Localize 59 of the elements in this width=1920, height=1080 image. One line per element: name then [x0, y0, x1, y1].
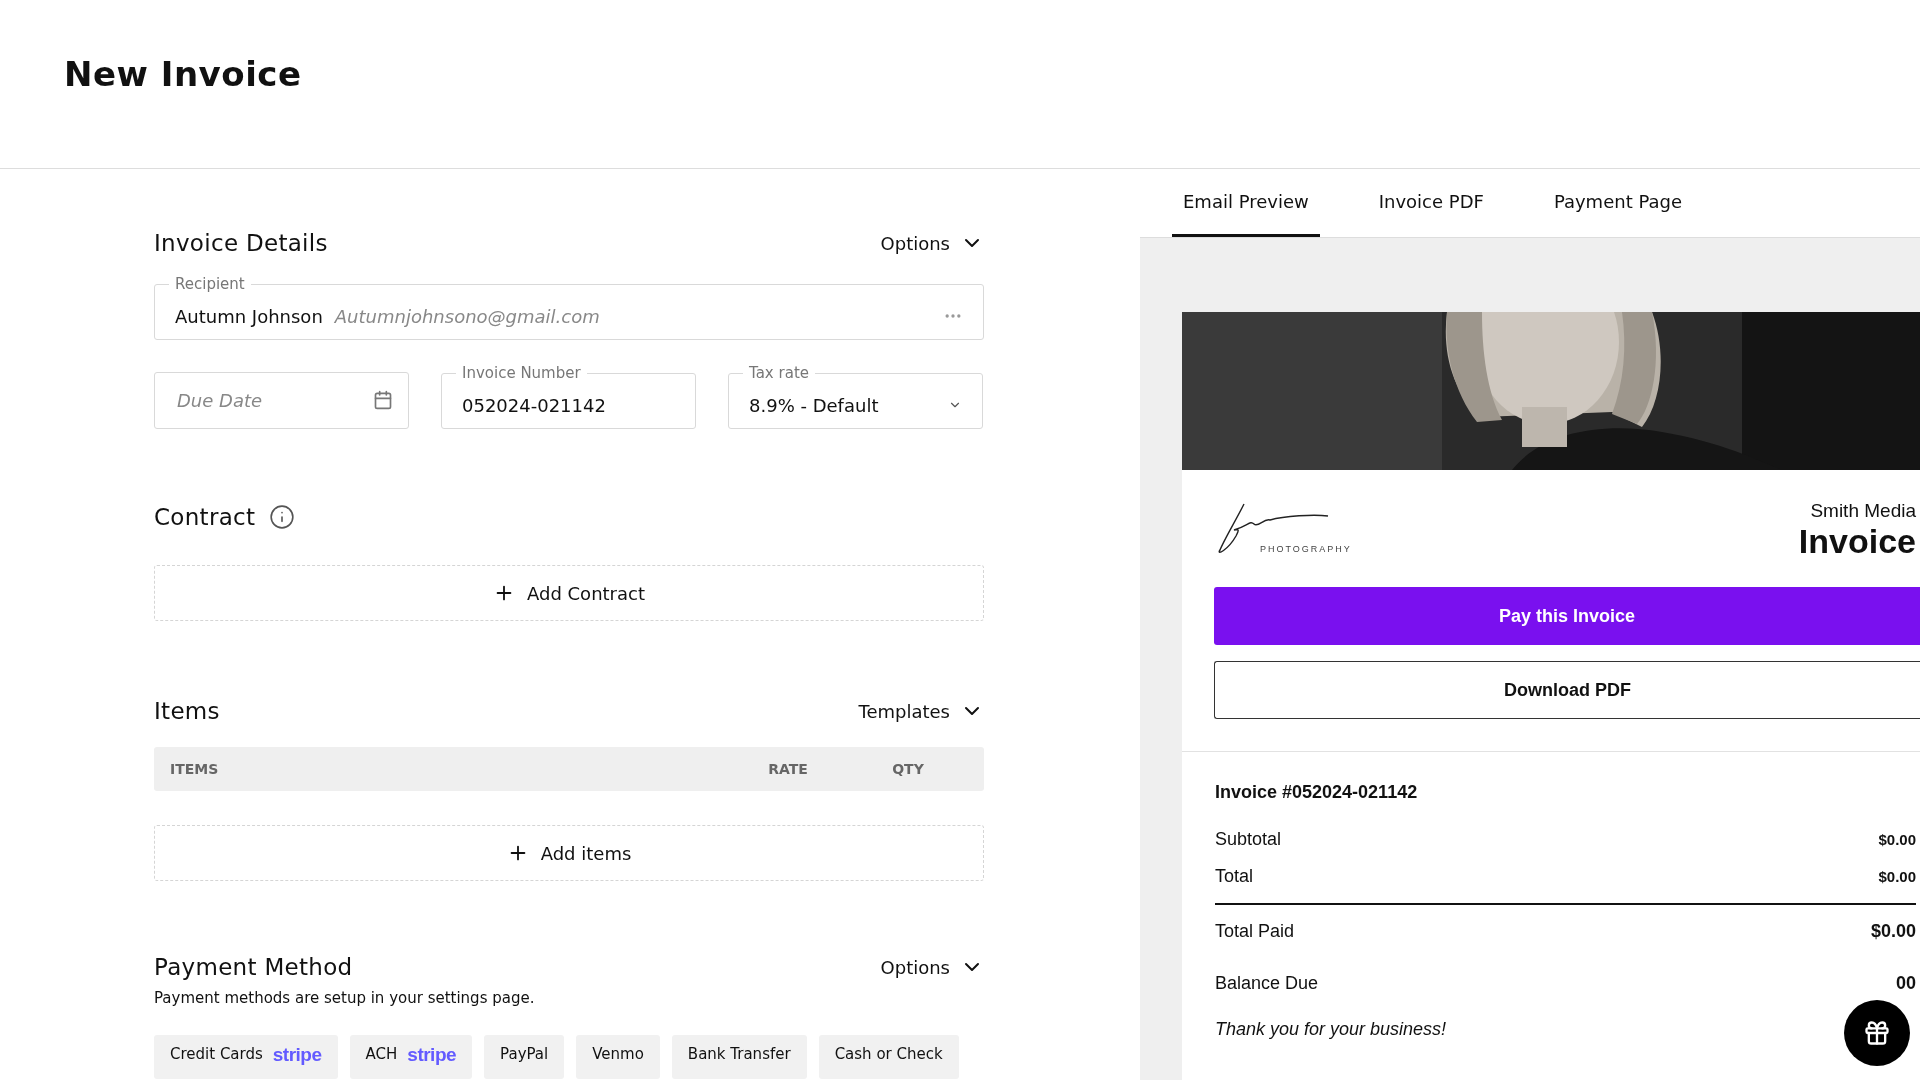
invoice-reference: Invoice #052024-021142: [1215, 782, 1419, 803]
add-items-button[interactable]: Add items: [154, 825, 984, 881]
chip-label: Bank Transfer: [687, 1045, 791, 1063]
total-label: Total: [1215, 866, 1254, 887]
field-label: Invoice Number: [461, 364, 582, 382]
total-value: $0.00: [1870, 920, 1916, 942]
total-value: $0.00: [1878, 868, 1916, 885]
chip-label: PayPal: [500, 1045, 549, 1063]
invoice-number-field[interactable]: Invoice Number 052024-021142: [441, 364, 696, 429]
total-label: Subtotal: [1215, 829, 1282, 850]
payment-method-chip[interactable]: Credit Cards stripe: [154, 1035, 338, 1079]
closing-message: Thank you for your business!: [1215, 1019, 1447, 1040]
field-label: Tax rate: [748, 364, 810, 382]
payment-method-chip[interactable]: Venmo: [576, 1035, 660, 1079]
preview-tab[interactable]: Invoice PDF: [1367, 169, 1495, 237]
download-pdf-button[interactable]: Download PDF: [1214, 661, 1920, 719]
total-value: $0.00: [1878, 831, 1916, 848]
logo-tagline: PHOTOGRAPHY: [1260, 544, 1353, 554]
recipient-email: Autumnjohnsono@gmail.com: [334, 305, 601, 327]
payment-method-chip[interactable]: Bank Transfer: [671, 1035, 807, 1079]
info-icon[interactable]: [269, 504, 296, 530]
column-header: ITEMS: [170, 761, 220, 777]
options-dropdown[interactable]: Options: [880, 955, 984, 979]
chip-label: ACH: [365, 1045, 398, 1063]
payment-method-chip[interactable]: ACH stripe: [349, 1035, 473, 1079]
calendar-icon: [373, 390, 393, 410]
add-contract-button[interactable]: Add Contract: [154, 565, 984, 621]
gift-icon: [1863, 1019, 1891, 1047]
chip-label: Cash or Check: [834, 1045, 943, 1063]
column-header: RATE: [767, 761, 809, 777]
due-date-field[interactable]: Due Date: [154, 372, 409, 429]
total-value: 00: [1895, 972, 1916, 994]
field-label: Recipient: [174, 275, 246, 293]
tax-rate-select[interactable]: Tax rate 8.9% - Default: [728, 364, 983, 429]
company-name: Smith Media: [1810, 500, 1916, 522]
recipient-name: Autumn Johnson: [175, 305, 323, 327]
document-title: Invoice: [1798, 522, 1916, 561]
page-title: New Invoice: [64, 54, 302, 94]
section-title: Invoice Details: [154, 230, 328, 256]
field-value: 052024-021142: [462, 394, 606, 416]
section-title: Contract: [154, 504, 256, 530]
chip-label: Credit Cards: [170, 1045, 263, 1063]
recipient-field[interactable]: Recipient Autumn Johnson Autumnjohnsono@gmail.com: [154, 275, 984, 340]
payment-method-chip[interactable]: PayPal: [484, 1035, 565, 1079]
section-title: Items: [154, 698, 220, 724]
templates-dropdown[interactable]: Templates: [858, 699, 984, 723]
payment-note: Payment methods are setup in your settings page.: [154, 989, 536, 1007]
pay-invoice-button[interactable]: Pay this Invoice: [1214, 587, 1920, 645]
chip-label: Venmo: [592, 1045, 644, 1063]
options-dropdown[interactable]: Options: [880, 231, 984, 255]
field-value: 8.9% - Default: [749, 394, 879, 416]
stripe-logo: stripe: [272, 1045, 322, 1064]
total-label: Balance Due: [1215, 972, 1319, 994]
preview-tab[interactable]: Payment Page: [1542, 169, 1693, 237]
payment-method-chip[interactable]: Cash or Check: [818, 1035, 959, 1079]
column-header: QTY: [891, 761, 925, 777]
section-title: Payment Method: [154, 954, 353, 980]
stripe-logo: stripe: [407, 1045, 457, 1064]
total-label: Total Paid: [1215, 920, 1295, 942]
